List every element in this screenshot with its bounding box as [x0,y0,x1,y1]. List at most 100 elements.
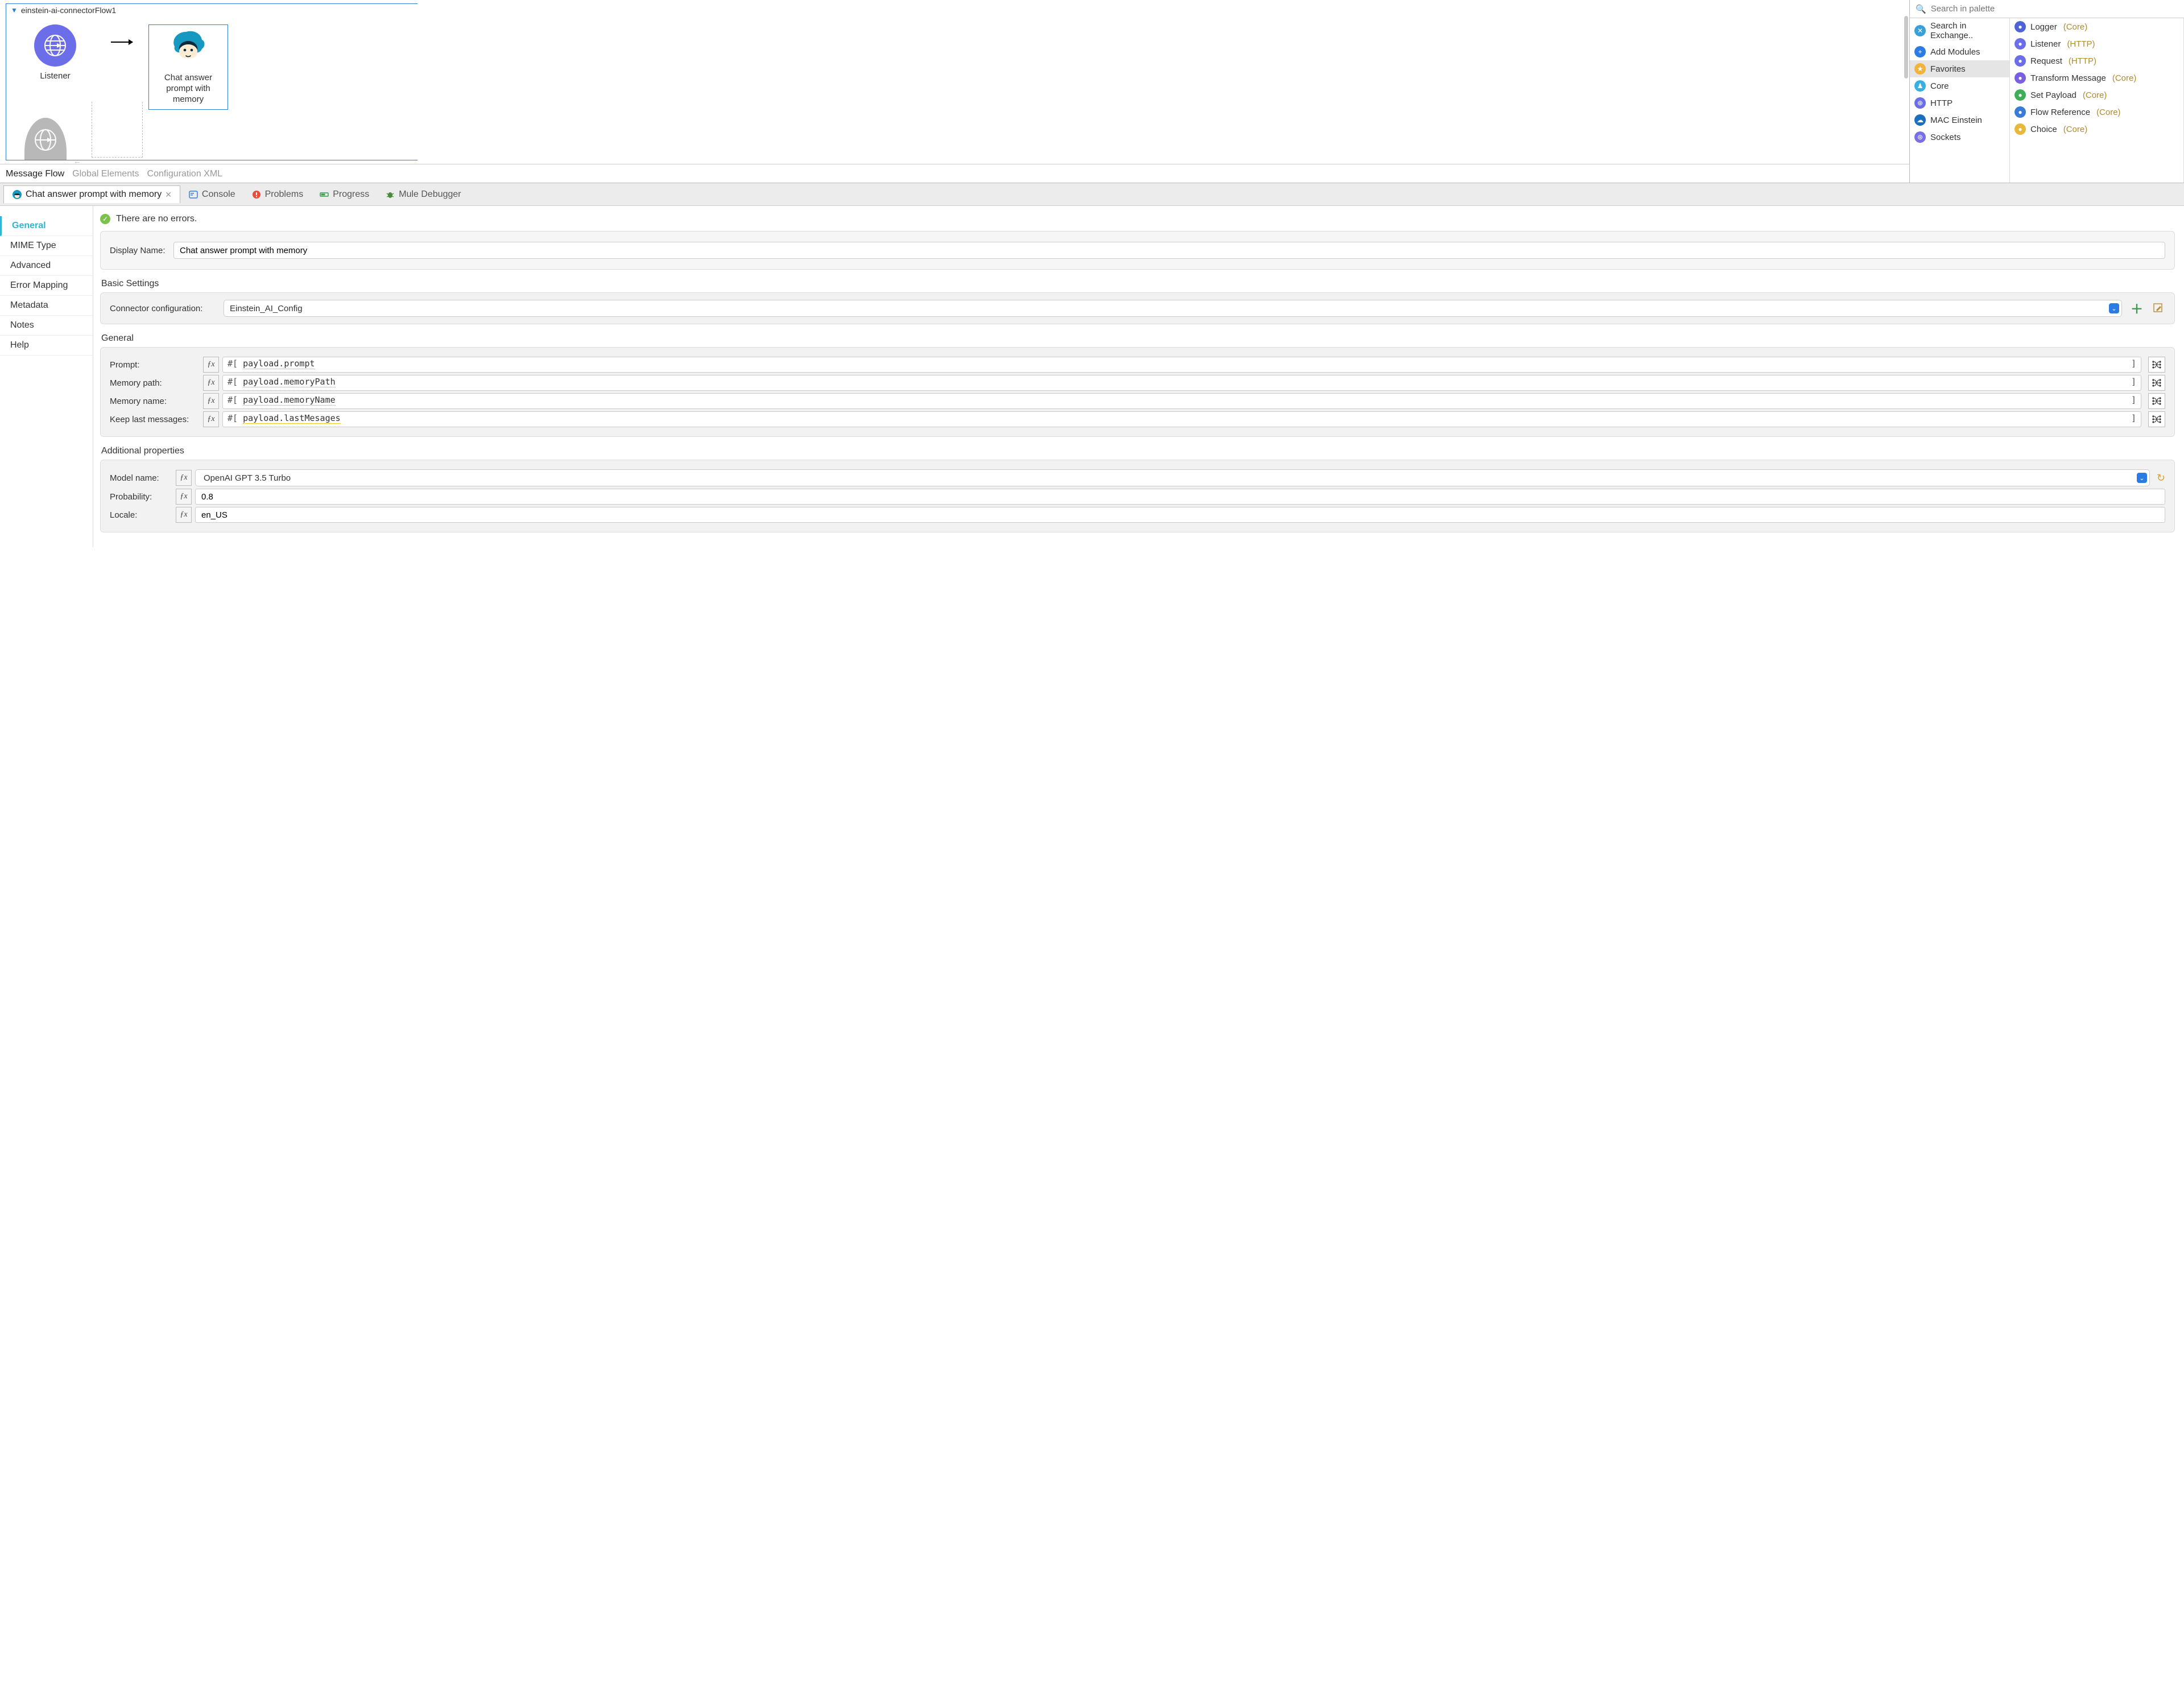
probability-input[interactable] [195,489,2165,505]
locale-input[interactable] [195,507,2165,523]
canvas-scrollbar[interactable] [1904,16,1908,79]
display-name-label: Display Name: [110,246,167,255]
component-icon: ● [2015,72,2026,84]
basic-settings-title: Basic Settings [101,279,2175,289]
fx-button[interactable]: ƒx [176,470,192,486]
close-icon[interactable]: ✕ [165,190,172,200]
fx-button[interactable]: ƒx [176,507,192,523]
props-tab-help[interactable]: Help [0,336,93,356]
memory-name-input[interactable]: #[ payload.memoryName] [222,393,2141,409]
palette-icon: + [1914,46,1926,57]
component-icon: ● [2015,89,2026,101]
probability-label: Probability: [110,492,172,502]
props-tab-mime-type[interactable]: MIME Type [0,236,93,256]
flow-arrow-icon [111,42,133,43]
additional-title: Additional properties [101,446,2175,456]
palette-icon: ♟ [1914,80,1926,92]
model-name-select[interactable]: OpenAI GPT 3.5 Turbo ⌄ [195,469,2150,486]
component-icon: ● [2015,123,2026,135]
dataweave-map-button[interactable] [2148,375,2165,391]
tab-mule-debugger[interactable]: Mule Debugger [377,186,469,203]
palette-category-add-modules[interactable]: +Add Modules [1910,43,2009,60]
return-arrow-icon: ← [73,156,81,164]
props-tab-chat-label: Chat answer prompt with memory [26,189,162,200]
palette-item-flow-reference[interactable]: ●Flow Reference(Core) [2010,104,2183,121]
palette-item-logger[interactable]: ●Logger(Core) [2010,18,2183,35]
props-tab-metadata[interactable]: Metadata [0,296,93,316]
keep-last-messages-label: Keep last messages: [110,415,200,424]
palette-item-request[interactable]: ●Request(HTTP) [2010,52,2183,69]
keep-last-messages-input[interactable]: #[ payload.lastMesages] [222,411,2141,427]
globe-ghost-icon [24,118,67,160]
tab-progress[interactable]: Progress [311,186,377,203]
palette-icon: ★ [1914,63,1926,75]
fx-button[interactable]: ƒx [203,411,219,427]
check-icon: ✓ [100,214,110,224]
component-icon: ● [2015,38,2026,49]
palette-search-input[interactable] [1931,4,2178,14]
globe-icon [34,24,76,67]
chevron-down-icon: ⌄ [2109,303,2119,313]
warning-icon [251,189,262,200]
canvas-tab-config-xml[interactable]: Configuration XML [147,169,223,179]
listener-node[interactable]: Listener [15,24,95,82]
refresh-icon[interactable]: ↻ [2157,472,2165,484]
flow-canvas[interactable]: ▼ einstein-ai-connectorFlow1 [0,0,1909,164]
canvas-tab-global-elements[interactable]: Global Elements [72,169,139,179]
palette-category-sockets[interactable]: ⊛Sockets [1910,129,2009,146]
einstein-small-icon [12,189,22,200]
memory-path-label: Memory path: [110,378,200,388]
canvas-tab-message-flow[interactable]: Message Flow [6,169,64,179]
palette-icon: ✕ [1914,25,1926,36]
flow-title: einstein-ai-connectorFlow1 [21,6,116,15]
locale-label: Locale: [110,510,172,520]
palette-category-mac-einstein[interactable]: ☁MAC Einstein [1910,111,2009,129]
chat-node[interactable]: Chat answer prompt with memory [148,24,228,110]
chat-node-label: Chat answer prompt with memory [164,73,212,105]
palette-item-transform-message[interactable]: ●Transform Message(Core) [2010,69,2183,86]
prompt-input[interactable]: #[ payload.prompt] [222,357,2141,373]
props-tab-advanced[interactable]: Advanced [0,256,93,276]
search-icon: 🔍 [1916,4,1926,14]
flow-collapse-icon[interactable]: ▼ [11,6,18,14]
display-name-input[interactable] [173,242,2165,259]
fx-button[interactable]: ƒx [203,357,219,373]
dataweave-map-button[interactable] [2148,411,2165,427]
memory-name-label: Memory name: [110,397,200,406]
palette-item-choice[interactable]: ●Choice(Core) [2010,121,2183,138]
palette-item-listener[interactable]: ●Listener(HTTP) [2010,35,2183,52]
progress-icon [319,189,329,200]
fx-button[interactable]: ƒx [203,375,219,391]
memory-path-input[interactable]: #[ payload.memoryPath] [222,375,2141,391]
fx-button[interactable]: ƒx [203,393,219,409]
dataweave-map-button[interactable] [2148,357,2165,373]
fx-button[interactable]: ƒx [176,489,192,505]
status-text: There are no errors. [116,214,197,224]
error-handler-placeholder[interactable] [92,102,143,158]
props-tab-notes[interactable]: Notes [0,316,93,336]
palette-item-set-payload[interactable]: ●Set Payload(Core) [2010,86,2183,104]
tab-console[interactable]: Console [180,186,243,203]
component-icon: ● [2015,21,2026,32]
general-section-title: General [101,333,2175,344]
connector-config-select[interactable]: Einstein_AI_Config ⌄ [224,300,2122,317]
palette-category-core[interactable]: ♟Core [1910,77,2009,94]
edit-config-button[interactable] [2152,302,2165,315]
console-icon [188,189,198,200]
palette-category-favorites[interactable]: ★Favorites [1910,60,2009,77]
palette-category-http[interactable]: ⊕HTTP [1910,94,2009,111]
model-name-label: Model name: [110,473,172,483]
component-icon: ● [2015,106,2026,118]
palette-category-search-in-exchange-[interactable]: ✕Search in Exchange.. [1910,18,2009,43]
props-tab-general[interactable]: General [0,216,93,236]
chevron-down-icon: ⌄ [2137,473,2147,483]
tab-problems[interactable]: Problems [243,186,312,203]
props-tab-error-mapping[interactable]: Error Mapping [0,276,93,296]
listener-node-label: Listener [40,71,70,82]
dataweave-map-button[interactable] [2148,393,2165,409]
prompt-label: Prompt: [110,360,200,370]
add-config-button[interactable]: ＋ [2130,302,2144,315]
props-tab-chat[interactable]: Chat answer prompt with memory ✕ [3,185,180,203]
bug-icon [385,189,395,200]
palette-icon: ⊕ [1914,97,1926,109]
